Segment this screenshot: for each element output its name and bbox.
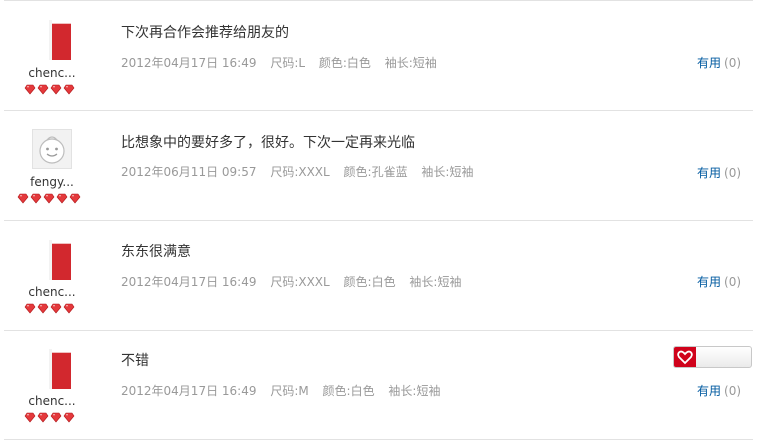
useful-button[interactable]: 有用: [697, 275, 721, 289]
review-sleeve: 袖长:短袖: [409, 275, 462, 289]
user-avatar[interactable]: [49, 240, 73, 280]
review-meta: 2012年04月17日 16:49 尺码:XXXL 颜色:白色 袖长:短袖: [121, 273, 471, 290]
review-date: 2012年04月17日 16:49: [121, 275, 257, 289]
review-comment: 下次再合作会推荐给朋友的: [121, 25, 289, 41]
default-face-icon: [39, 136, 65, 164]
review-size: 尺码:L: [270, 56, 306, 70]
user-rank: [24, 412, 75, 423]
user-rank: [24, 303, 75, 314]
rank-diamond-icon: [24, 303, 36, 314]
review-meta: 2012年06月11日 09:57 尺码:XXXL 颜色:孔雀蓝 袖长:短袖: [121, 163, 483, 180]
rank-diamond-icon: [37, 303, 49, 314]
review-size: 尺码:M: [270, 384, 309, 398]
review-comment: 不错: [121, 353, 149, 369]
review-color: 颜色:白色: [318, 56, 371, 70]
username[interactable]: chenc...: [26, 285, 78, 299]
useful-vote: 有用 (0): [697, 164, 741, 181]
rank-diamond-icon: [24, 84, 36, 95]
review-date: 2012年06月11日 09:57: [121, 165, 257, 179]
rank-diamond-icon: [30, 193, 42, 204]
useful-count: (0): [724, 166, 742, 180]
rank-diamond-icon: [50, 84, 62, 95]
rank-diamond-icon: [17, 193, 29, 204]
rank-diamond-icon: [63, 412, 75, 423]
user-rank: [17, 193, 81, 204]
rank-diamond-icon: [50, 303, 62, 314]
review-date: 2012年04月17日 16:49: [121, 56, 257, 70]
review-color: 颜色:白色: [322, 384, 375, 398]
username[interactable]: chenc...: [26, 66, 78, 80]
useful-count: (0): [724, 384, 742, 398]
useful-button[interactable]: 有用: [697, 384, 721, 398]
user-avatar[interactable]: [32, 129, 72, 169]
useful-vote: 有用 (0): [697, 382, 741, 399]
review-sleeve: 袖长:短袖: [384, 56, 437, 70]
username[interactable]: fengy...: [26, 175, 78, 189]
rank-diamond-icon: [43, 193, 55, 204]
rank-diamond-icon: [69, 193, 81, 204]
review-item: chenc... 下次再合作会推荐给朋友的 2012年04月17日 16:49 …: [0, 1, 757, 110]
review-meta: 2012年04月17日 16:49 尺码:L 颜色:白色 袖长:短袖: [121, 54, 447, 71]
review-color: 颜色:白色: [343, 275, 396, 289]
user-avatar[interactable]: [49, 349, 73, 389]
review-item: fengy... 比想象中的要好多了，很好。下次一定再来光临 2012年06月1…: [0, 111, 757, 220]
useful-count: (0): [724, 275, 742, 289]
heart-share-icon[interactable]: [674, 347, 696, 367]
review-date: 2012年04月17日 16:49: [121, 384, 257, 398]
divider: [4, 439, 753, 440]
review-color: 颜色:孔雀蓝: [343, 165, 408, 179]
useful-vote: 有用 (0): [697, 54, 741, 71]
review-comment: 东东很满意: [121, 244, 191, 260]
useful-button[interactable]: 有用: [697, 56, 721, 70]
review-item: chenc... 不错 2012年04月17日 16:49 尺码:M 颜色:白色…: [0, 331, 757, 440]
review-comment: 比想象中的要好多了，很好。下次一定再来光临: [121, 135, 415, 151]
rank-diamond-icon: [50, 412, 62, 423]
rank-diamond-icon: [37, 412, 49, 423]
review-size: 尺码:XXXL: [270, 275, 330, 289]
review-sleeve: 袖长:短袖: [421, 165, 474, 179]
useful-button[interactable]: 有用: [697, 166, 721, 180]
username[interactable]: chenc...: [26, 394, 78, 408]
rank-diamond-icon: [63, 84, 75, 95]
useful-vote: 有用 (0): [697, 273, 741, 290]
useful-count: (0): [724, 56, 742, 70]
user-avatar[interactable]: [49, 20, 73, 60]
review-item: chenc... 东东很满意 2012年04月17日 16:49 尺码:XXXL…: [0, 221, 757, 330]
review-size: 尺码:XXXL: [270, 165, 330, 179]
rank-diamond-icon: [37, 84, 49, 95]
review-sleeve: 袖长:短袖: [388, 384, 441, 398]
rank-diamond-icon: [56, 193, 68, 204]
review-list: chenc... 下次再合作会推荐给朋友的 2012年04月17日 16:49 …: [0, 0, 757, 441]
rank-diamond-icon: [24, 412, 36, 423]
user-rank: [24, 84, 75, 95]
rank-diamond-icon: [63, 303, 75, 314]
share-widget[interactable]: [673, 346, 752, 368]
review-meta: 2012年04月17日 16:49 尺码:M 颜色:白色 袖长:短袖: [121, 382, 450, 399]
